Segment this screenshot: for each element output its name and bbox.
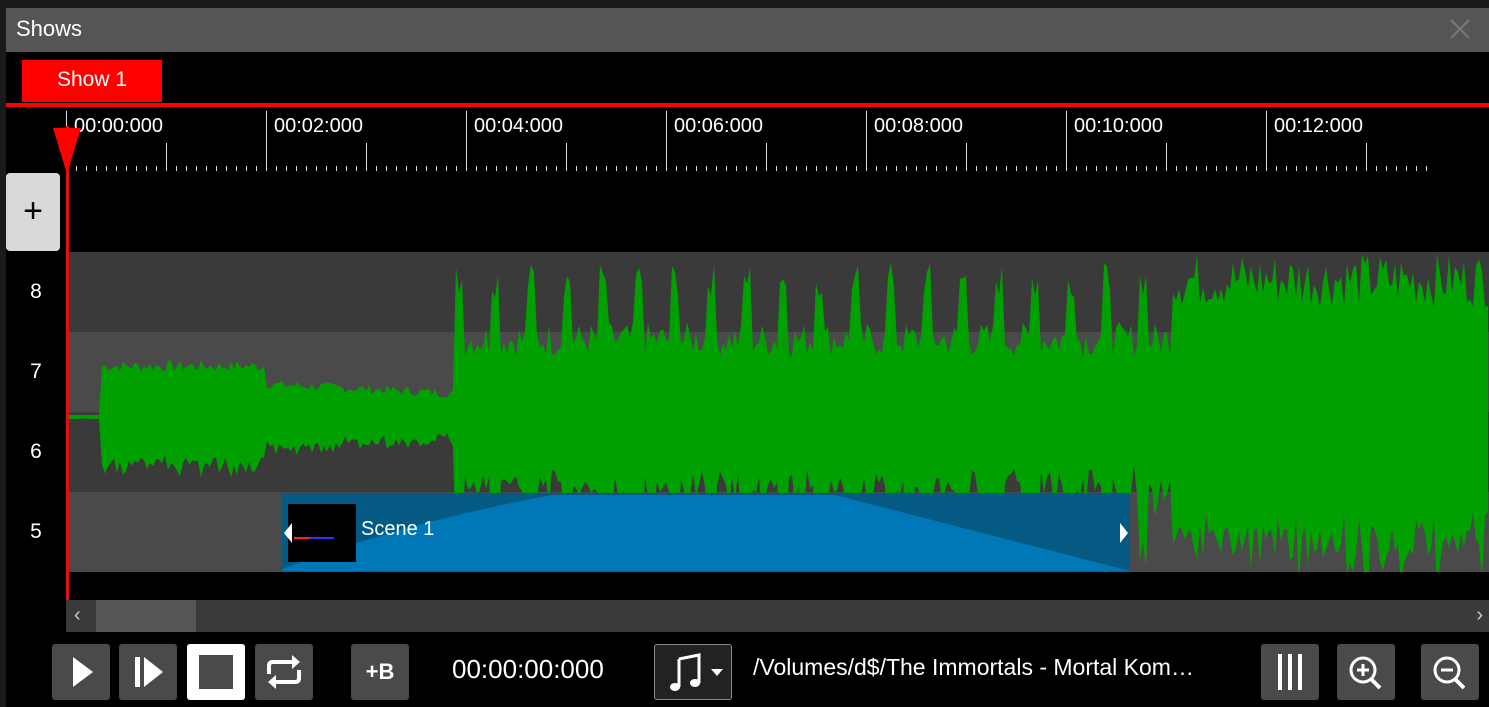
tab-strip: Show 1 — [6, 52, 1489, 105]
playhead-line[interactable] — [66, 126, 69, 600]
ruler-label: 00:04:000 — [474, 115, 563, 137]
playhead-marker[interactable] — [53, 128, 81, 174]
scene-start-handle[interactable] — [284, 523, 292, 543]
music-note-icon — [670, 653, 723, 691]
time-display: 00:00:00:000 — [452, 654, 604, 684]
scroll-left-icon[interactable]: ‹ — [74, 604, 81, 627]
zoom-out-icon — [1433, 656, 1466, 690]
lane-label-8: 8 — [30, 280, 42, 303]
ruler-label: 00:00:000 — [74, 115, 163, 137]
lane-label-6: 6 — [30, 440, 42, 463]
add-blackout-label: +B — [365, 659, 395, 684]
media-select-button[interactable] — [654, 644, 732, 700]
lane-label-7: 7 — [30, 360, 42, 383]
add-track-button[interactable]: + — [6, 173, 60, 251]
columns-button[interactable] — [1261, 644, 1319, 700]
close-icon[interactable] — [1445, 14, 1475, 44]
ruler-label: 00:12:000 — [1274, 115, 1363, 137]
scroll-right-icon[interactable]: › — [1476, 604, 1483, 627]
scene-label: Scene 1 — [361, 518, 435, 540]
loop-button[interactable] — [255, 644, 313, 700]
zoom-in-icon — [1349, 656, 1382, 690]
shows-window: Shows Show 1 00:00:000 00:02:000 00:04:000… — [6, 8, 1489, 707]
ruler-label: 00:06:000 — [674, 115, 763, 137]
tab-show-1[interactable]: Show 1 — [22, 60, 162, 102]
play-from-button[interactable] — [119, 644, 177, 700]
loop-icon — [267, 655, 301, 689]
add-blackout-button[interactable]: +B — [351, 644, 409, 700]
horizontal-scrollbar[interactable]: ‹ › — [66, 600, 1489, 632]
zoom-out-button[interactable] — [1421, 644, 1479, 700]
lane-label-5: 5 — [30, 520, 42, 543]
media-file-path: /Volumes/d$/The Immortals - Mortal Kom… — [753, 654, 1194, 680]
scene-end-handle[interactable] — [1120, 523, 1128, 543]
columns-icon — [1278, 654, 1302, 690]
scene-clip[interactable]: Scene 1 — [282, 493, 1130, 571]
ruler-label: 00:08:000 — [874, 115, 963, 137]
ruler-label: 00:10:000 — [1074, 115, 1163, 137]
stop-icon — [199, 655, 233, 689]
scene-thumbnail — [288, 504, 356, 562]
ruler-label: 00:02:000 — [274, 115, 363, 137]
play-from-icon — [135, 657, 163, 687]
stop-button[interactable] — [187, 644, 245, 700]
scrollbar-thumb[interactable] — [96, 600, 196, 632]
play-icon — [73, 657, 93, 687]
zoom-in-button[interactable] — [1337, 644, 1395, 700]
title-bar: Shows — [6, 8, 1489, 52]
tracks-area[interactable]: Scene 1 — [66, 252, 1489, 572]
play-button[interactable] — [52, 644, 110, 700]
window-title: Shows — [16, 16, 83, 41]
timeline-ruler[interactable]: 00:00:000 00:02:000 00:04:000 00:06:000 00:0… — [66, 107, 1489, 252]
transport-bar: +B 00:00:00:000 /Volumes/d$/The Immortal… — [6, 632, 1489, 707]
